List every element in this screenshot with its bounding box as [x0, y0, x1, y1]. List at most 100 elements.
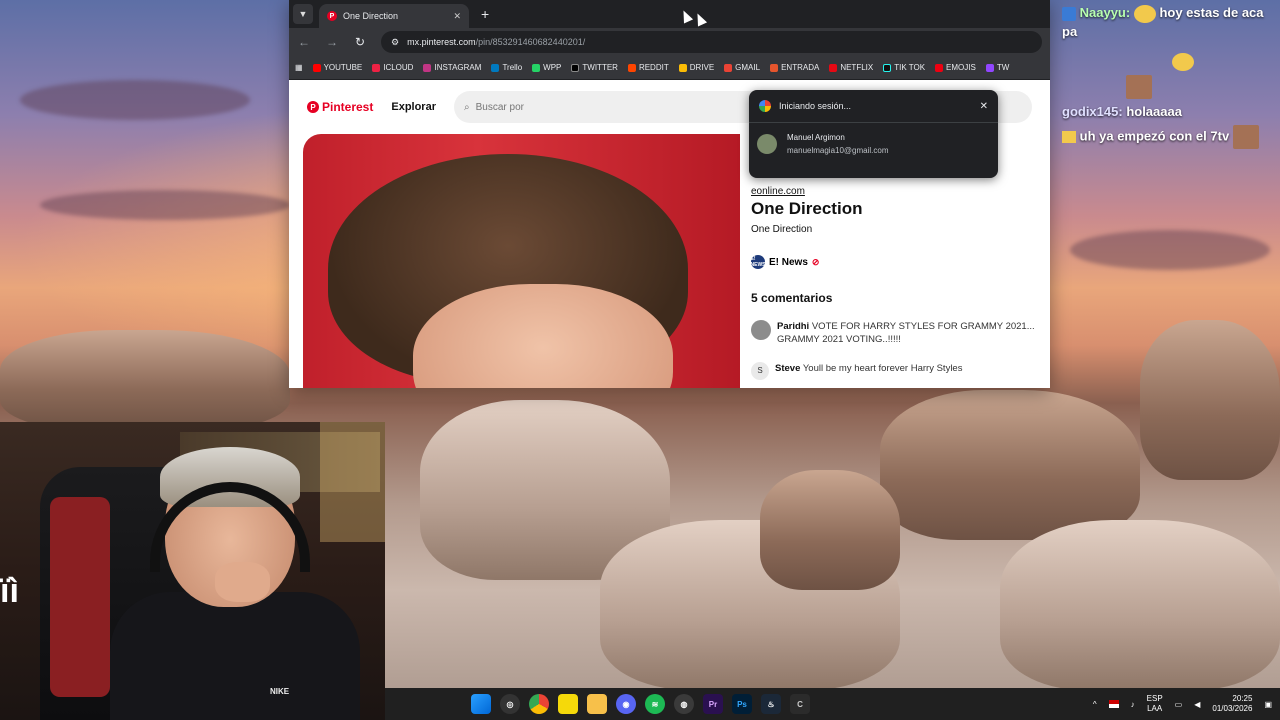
comment-text: Youll be my heart forever Harry Styles — [802, 362, 963, 374]
pin-source-link[interactable]: eonline.com — [751, 186, 1050, 197]
pinterest-logo[interactable]: P Pinterest — [307, 100, 373, 114]
windows-start-icon[interactable] — [471, 694, 491, 714]
chat-message: godix145: holaaaaa — [1062, 103, 1280, 121]
bookmark-trello[interactable]: Trello — [491, 63, 522, 72]
emote-icon — [1126, 75, 1152, 100]
avatar: E! NEWS — [750, 255, 766, 269]
reload-icon[interactable]: ↻ — [353, 35, 367, 49]
comment-item: Paridhi VOTE FOR HARRY STYLES FOR GRAMMY… — [751, 320, 1050, 347]
emote-icon — [1172, 53, 1194, 72]
bookmark-tw[interactable]: TW — [985, 63, 1009, 72]
app-icon[interactable]: C — [790, 694, 810, 714]
bookmarks-bar: ▦ YOUTUBE ICLOUD INSTAGRAM Trello WPP TW… — [289, 56, 1050, 80]
bookmark-wpp[interactable]: WPP — [532, 63, 561, 72]
popup-title: Iniciando sesión... — [779, 101, 852, 111]
sticky-notes-icon[interactable] — [558, 694, 578, 714]
avatar — [757, 134, 777, 154]
pinterest-favicon-icon: P — [327, 11, 337, 21]
avatar[interactable]: S — [751, 361, 769, 380]
browser-window: ▼ P One Direction ✕ + ← → ↻ ⚙ mx.pintere… — [289, 0, 1050, 388]
clock[interactable]: 20:25 01/03/2026 — [1212, 694, 1252, 714]
site-info-icon[interactable]: ⚙ — [391, 37, 399, 48]
chat-badge-icon — [1062, 6, 1076, 21]
system-tray: ^ ♪ ESP LAA ▭ ◀ 20:25 01/03/2026 ▣ — [1093, 694, 1272, 714]
close-icon[interactable]: ✕ — [980, 101, 988, 112]
bookmark-tiktok[interactable]: TIK TOK — [883, 63, 925, 72]
url-path: /pin/853291460682440201/ — [475, 37, 586, 47]
comment-user[interactable]: Steve — [775, 363, 800, 374]
comments-title: 5 comentarios — [751, 291, 833, 305]
chat-message — [1062, 53, 1280, 72]
chrome-icon[interactable] — [529, 694, 549, 714]
network-icon[interactable]: ▭ — [1175, 700, 1183, 709]
avatar[interactable] — [751, 320, 771, 340]
search-placeholder: Buscar por — [475, 101, 524, 113]
flag-icon[interactable] — [1108, 700, 1119, 708]
comment-item: S Steve Youll be my heart forever Harry … — [751, 361, 1050, 380]
shirt-logo: NIKE — [270, 687, 290, 696]
photoshop-icon[interactable]: Ps — [732, 694, 752, 714]
bookmark-instagram[interactable]: INSTAGRAM — [423, 63, 481, 72]
discord-icon[interactable]: ◉ — [616, 694, 636, 714]
tab-title: One Direction — [343, 11, 399, 21]
bookmark-gmail[interactable]: GMAIL — [724, 63, 760, 72]
taskbar-apps: ◎ ◉ ≋ ◍ Pr Ps ♨ C — [471, 694, 810, 714]
language-indicator[interactable]: ESP LAA — [1147, 694, 1163, 714]
creator-name: E! News — [769, 256, 808, 268]
browser-toolbar: ← → ↻ ⚙ mx.pinterest.com/pin/85329146068… — [289, 28, 1050, 56]
google-icon — [759, 100, 771, 112]
close-icon[interactable]: ✕ — [453, 11, 461, 22]
app-icon[interactable]: ◎ — [500, 694, 520, 714]
tab-search-button[interactable]: ▼ — [293, 4, 313, 24]
channel-logo: ïì — [0, 572, 19, 610]
premiere-icon[interactable]: Pr — [703, 694, 723, 714]
new-tab-button[interactable]: + — [481, 6, 489, 22]
address-bar[interactable]: ⚙ mx.pinterest.com/pin/85329146068244020… — [381, 31, 1042, 53]
emote-icon — [1133, 4, 1156, 23]
comment-text: VOTE FOR HARRY STYLES FOR GRAMMY 2021...… — [777, 321, 1035, 346]
comment-user[interactable]: Paridhi — [777, 321, 809, 332]
pin-title: One Direction — [751, 199, 863, 218]
apps-grid-icon[interactable]: ▦ — [295, 63, 303, 72]
chat-text: uh ya empezó con el 7tv — [1079, 128, 1230, 144]
bookmark-twitter[interactable]: TWITTER — [571, 63, 618, 72]
account-email: manuelmagia10@gmail.com — [787, 146, 889, 155]
spotify-icon[interactable]: ≋ — [645, 694, 665, 714]
verified-icon: ⊘ — [811, 256, 820, 267]
tab-one-direction[interactable]: P One Direction ✕ — [319, 4, 469, 28]
popup-header: Iniciando sesión... ✕ — [749, 90, 998, 123]
bookmark-youtube[interactable]: YOUTUBE — [312, 63, 362, 72]
chat-message: Naayyu: hoy estas de aca pa — [1062, 4, 1280, 41]
explore-link[interactable]: Explorar — [391, 101, 436, 113]
windows-taskbar: ◎ ◉ ≋ ◍ Pr Ps ♨ C ^ ♪ ESP LAA ▭ ◀ 20:25 … — [385, 688, 1280, 720]
google-signin-popup: Iniciando sesión... ✕ Manuel Argimon man… — [749, 90, 998, 178]
url-domain: mx.pinterest.com — [407, 37, 476, 47]
notification-icon[interactable]: ▣ — [1264, 700, 1272, 709]
tab-strip: ▼ P One Direction ✕ + — [289, 0, 1050, 28]
bookmark-entrada[interactable]: ENTRADA — [770, 63, 819, 72]
back-icon[interactable]: ← — [297, 35, 311, 49]
forward-icon[interactable]: → — [325, 35, 339, 49]
steam-icon[interactable]: ♨ — [761, 694, 781, 714]
bookmark-netflix[interactable]: NETFLIX — [829, 63, 873, 72]
chevron-up-icon[interactable]: ^ — [1093, 700, 1097, 709]
pin-description: One Direction — [751, 224, 813, 235]
obs-icon[interactable]: ◍ — [674, 694, 694, 714]
microphone-icon[interactable]: ♪ — [1131, 700, 1135, 709]
bookmark-icloud[interactable]: ICLOUD — [372, 63, 413, 72]
file-explorer-icon[interactable] — [587, 694, 607, 714]
pin-details: eonline.com One Direction One Direction … — [751, 186, 1050, 380]
bookmark-reddit[interactable]: REDDIT — [627, 63, 669, 72]
bookmark-drive[interactable]: DRIVE — [678, 63, 714, 72]
volume-icon[interactable]: ◀ — [1194, 700, 1200, 709]
google-account-option[interactable]: Manuel Argimon manuelmagia10@gmail.com — [749, 123, 998, 165]
chat-message: uh ya empezó con el 7tv — [1062, 125, 1280, 150]
pinterest-logo-icon: P — [307, 101, 319, 113]
bookmark-emojis[interactable]: EMOJIS — [935, 63, 976, 72]
emote-icon — [1232, 125, 1259, 150]
chat-text: holaaaaa — [1126, 104, 1182, 120]
webcam-feed: NIKE ïì — [0, 422, 385, 720]
pin-image[interactable] — [303, 134, 740, 388]
crown-badge-icon — [1062, 131, 1076, 144]
creator-link[interactable]: E! NEWS E! News ⊘ — [751, 255, 1050, 269]
